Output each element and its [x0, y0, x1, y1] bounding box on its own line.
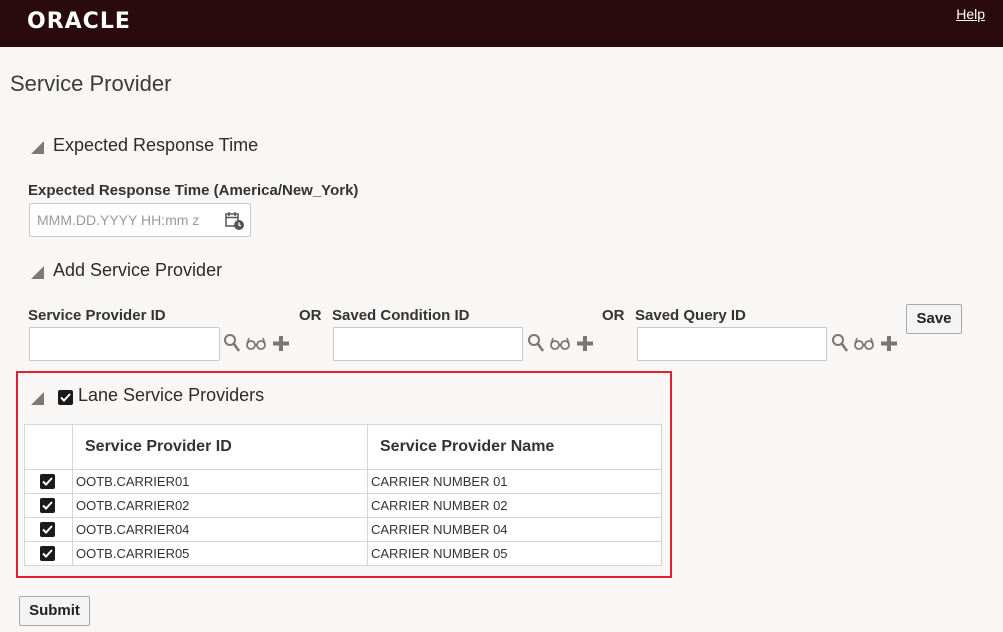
search-icon[interactable] — [831, 333, 849, 353]
provider-id-cell: OOTB.CARRIER01 — [72, 469, 368, 494]
glasses-icon[interactable] — [853, 333, 875, 353]
calendar-clock-icon[interactable] — [225, 211, 245, 231]
submit-button[interactable]: Submit — [19, 596, 90, 626]
plus-icon[interactable] — [880, 333, 898, 353]
row-checkbox[interactable] — [40, 546, 55, 561]
row-checkbox-cell — [24, 517, 73, 542]
section-title-add-provider: Add Service Provider — [53, 260, 223, 280]
lane-providers-table: Service Provider ID Service Provider Nam… — [24, 424, 662, 566]
saved-query-label: Saved Query ID — [635, 307, 746, 324]
save-button[interactable]: Save — [906, 304, 962, 334]
expected-response-input[interactable]: MMM.DD.YYYY HH:mm z — [29, 203, 251, 237]
glasses-icon[interactable] — [549, 333, 571, 353]
section-title-expected-response: Expected Response Time — [53, 135, 259, 155]
column-header-provider-name[interactable]: Service Provider Name — [367, 424, 662, 470]
expected-response-placeholder: MMM.DD.YYYY HH:mm z — [37, 212, 200, 228]
top-bar: ORACLE Help — [0, 0, 1003, 47]
oracle-logo: ORACLE — [27, 9, 131, 34]
or-label: OR — [299, 307, 322, 324]
provider-id-cell: OOTB.CARRIER05 — [72, 541, 368, 566]
collapse-triangle-icon[interactable] — [31, 392, 44, 405]
provider-name-cell: CARRIER NUMBER 01 — [367, 469, 662, 494]
provider-id-cell: OOTB.CARRIER04 — [72, 517, 368, 542]
lane-providers-checkbox[interactable] — [58, 390, 73, 405]
provider-name-cell: CARRIER NUMBER 02 — [367, 493, 662, 518]
row-checkbox[interactable] — [40, 498, 55, 513]
saved-query-tools — [831, 333, 898, 355]
row-checkbox[interactable] — [40, 474, 55, 489]
row-checkbox-cell — [24, 493, 73, 518]
or-label: OR — [602, 307, 625, 324]
saved-condition-label: Saved Condition ID — [332, 307, 470, 324]
table-row[interactable]: OOTB.CARRIER02 CARRIER NUMBER 02 — [24, 493, 662, 518]
help-link[interactable]: Help — [956, 6, 985, 22]
glasses-icon[interactable] — [245, 333, 267, 353]
saved-condition-input[interactable] — [333, 327, 523, 361]
table-row[interactable]: OOTB.CARRIER05 CARRIER NUMBER 05 — [24, 541, 662, 566]
row-checkbox-cell — [24, 469, 73, 494]
select-column-header — [24, 424, 73, 470]
page-title: Service Provider — [10, 71, 172, 96]
plus-icon[interactable] — [272, 333, 290, 353]
saved-condition-tools — [527, 333, 594, 355]
expected-response-label: Expected Response Time (America/New_York… — [28, 182, 359, 199]
saved-query-input[interactable] — [637, 327, 827, 361]
provider-name-cell: CARRIER NUMBER 04 — [367, 517, 662, 542]
collapse-triangle-icon[interactable] — [31, 141, 44, 154]
row-checkbox[interactable] — [40, 522, 55, 537]
section-title-lane-providers: Lane Service Providers — [78, 385, 265, 405]
provider-id-cell: OOTB.CARRIER02 — [72, 493, 368, 518]
table-row[interactable]: OOTB.CARRIER01 CARRIER NUMBER 01 — [24, 469, 662, 494]
row-checkbox-cell — [24, 541, 73, 566]
provider-id-tools — [223, 333, 290, 355]
column-header-provider-id[interactable]: Service Provider ID — [72, 424, 368, 470]
provider-name-cell: CARRIER NUMBER 05 — [367, 541, 662, 566]
table-header-row: Service Provider ID Service Provider Nam… — [24, 424, 662, 470]
provider-id-label: Service Provider ID — [28, 307, 166, 324]
provider-id-input[interactable] — [29, 327, 220, 361]
search-icon[interactable] — [223, 333, 241, 353]
collapse-triangle-icon[interactable] — [31, 266, 44, 279]
table-row[interactable]: OOTB.CARRIER04 CARRIER NUMBER 04 — [24, 517, 662, 542]
plus-icon[interactable] — [576, 333, 594, 353]
search-icon[interactable] — [527, 333, 545, 353]
